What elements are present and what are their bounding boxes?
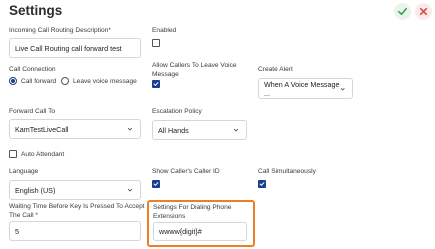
create-alert-label: Create Alert [258,66,293,73]
cancel-button[interactable] [415,3,432,20]
page-title: Settings [9,3,63,18]
waiting-time-input[interactable]: 5 [9,221,141,241]
forward-call-to-label: Forward Call To [9,108,56,115]
allow-voice-message-label-1: Allow Callers To Leave Voice [152,62,237,69]
waiting-time-value: 5 [15,226,19,236]
confirm-button[interactable] [394,3,411,20]
enabled-label: Enabled [152,27,177,34]
radio-leave-voice-message-label: Leave voice message [73,78,137,85]
call-simultaneously-label: Call Simultaneously [258,168,316,175]
description-label: Incoming Call Routing Description* [9,27,111,34]
dialing-settings-label-1: Settings For Dialing Phone [153,204,232,211]
enabled-checkbox[interactable] [152,39,160,47]
chevron-down-icon [127,127,133,131]
show-callers-id-label: Show Caller's Caller ID [152,168,220,175]
create-alert-value: When A Voice Message ... [264,79,340,98]
call-connection-label: Call Connection [9,66,56,73]
chevron-down-icon [233,128,239,132]
waiting-time-label-1: Waiting Time Before Key Is Pressed To Ac… [9,203,145,210]
call-simultaneously-checkbox[interactable] [258,180,266,188]
close-icon [419,7,428,16]
language-select[interactable]: English (US) [9,180,141,200]
check-icon [259,182,265,186]
radio-call-forward-label: Call forward [21,78,57,85]
chevron-down-icon [127,188,133,192]
dialing-settings-value: wwww{digit}# [159,227,202,236]
waiting-time-label-2: The Call * [9,212,38,219]
auto-attendant-checkbox[interactable] [9,150,17,158]
allow-voice-message-checkbox[interactable] [152,80,160,88]
show-callers-id-checkbox[interactable] [152,180,160,188]
description-input[interactable]: Live Call Routing call forward test [9,38,141,58]
language-label: Language [9,168,39,175]
check-icon [153,182,159,186]
dialing-settings-input[interactable]: wwww{digit}# [153,222,247,241]
escalation-policy-label: Escalation Policy [152,108,202,115]
dialing-settings-label-2: Extensions [153,213,186,220]
check-icon [153,82,159,86]
check-icon [398,7,407,16]
radio-leave-voice-message[interactable] [61,77,69,85]
create-alert-select[interactable]: When A Voice Message ... [258,78,353,99]
forward-call-to-value: KamTestLiveCall [15,124,69,134]
chevron-down-icon [340,87,345,90]
escalation-policy-value: All Hands [158,125,189,135]
radio-call-forward[interactable] [9,77,17,85]
auto-attendant-label: Auto Attendant [21,151,65,158]
description-value: Live Call Routing call forward test [15,43,122,53]
escalation-policy-select[interactable]: All Hands [152,120,247,140]
forward-call-to-select[interactable]: KamTestLiveCall [9,119,141,139]
language-value: English (US) [15,185,56,195]
allow-voice-message-label-2: Message [152,71,179,78]
